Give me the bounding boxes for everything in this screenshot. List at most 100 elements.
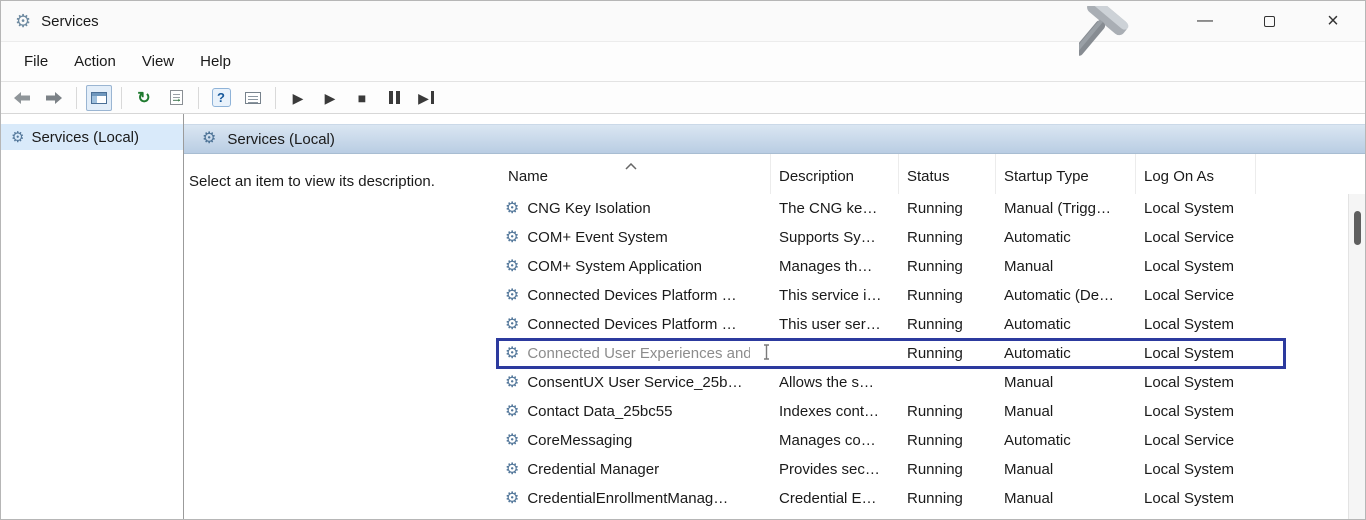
service-gear-icon: ⚙ <box>505 491 519 507</box>
description-pane: Select an item to view its description. <box>184 154 493 520</box>
column-header-filler <box>1256 154 1365 194</box>
service-gear-icon: ⚙ <box>505 462 519 478</box>
service-name: CredentialEnrollmentManag… <box>527 490 728 507</box>
service-gear-icon: ⚙ <box>505 288 519 304</box>
services-window: ⚙ Services — × File Action View Help <box>0 0 1366 520</box>
table-row[interactable]: ⚙ Connected User Experiences and Telemet… <box>493 339 1365 368</box>
service-description-cell: Indexes cont… <box>771 403 899 420</box>
service-description-cell: Credential E… <box>771 490 899 507</box>
table-row[interactable]: ⚙ COM+ System Application Manages th… Ru… <box>493 252 1365 281</box>
service-name: Connected User Experiences and Telemetry <box>527 345 750 362</box>
description-pane-text: Select an item to view its description. <box>189 173 435 190</box>
service-gear-icon: ⚙ <box>505 317 519 333</box>
column-header-startup-type[interactable]: Startup Type <box>996 154 1136 194</box>
column-header-log-on-as[interactable]: Log On As <box>1136 154 1256 194</box>
show-hide-console-tree-button[interactable] <box>86 85 112 111</box>
stop-service-button[interactable]: ■ <box>349 85 375 111</box>
list-header: Name Description Status Startup Type Log… <box>493 154 1365 194</box>
back-button[interactable] <box>9 85 35 111</box>
table-row[interactable]: ⚙ CredentialEnrollmentManag… Credential … <box>493 484 1365 513</box>
menu-help[interactable]: Help <box>187 44 244 79</box>
menu-view[interactable]: View <box>129 44 187 79</box>
service-name-cell: ⚙ CNG Key Isolation <box>493 200 771 217</box>
sidebar-item-services-local[interactable]: ⚙ Services (Local) <box>1 124 183 150</box>
service-status-cell: Running <box>899 229 996 246</box>
service-status-cell: Running <box>899 403 996 420</box>
service-log-on-as-cell: Local System <box>1136 374 1256 391</box>
service-rows: ⚙ CNG Key Isolation The CNG ke… Running … <box>493 194 1365 520</box>
service-description-cell: The CNG ke… <box>771 200 899 217</box>
menu-action[interactable]: Action <box>61 44 129 79</box>
help-button[interactable]: ? <box>208 85 234 111</box>
table-row[interactable]: ⚙ COM+ Event System Supports Sy… Running… <box>493 223 1365 252</box>
column-header-description[interactable]: Description <box>771 154 899 194</box>
export-list-icon: → <box>170 90 183 105</box>
content-area: ⚙ Services (Local) ⚙ Services (Local) Se… <box>1 114 1365 520</box>
service-log-on-as-cell: Local System <box>1136 345 1256 362</box>
minimize-button[interactable]: — <box>1173 1 1237 41</box>
properties-button[interactable] <box>240 85 266 111</box>
service-description-cell: Allows the s… <box>771 374 899 391</box>
service-gear-icon: ⚙ <box>505 433 519 449</box>
table-row[interactable]: ⚙ Contact Data_25bc55 Indexes cont… Runn… <box>493 397 1365 426</box>
menu-bar: File Action View Help <box>1 41 1365 81</box>
table-row[interactable]: ⚙ Credential Manager Provides sec… Runni… <box>493 455 1365 484</box>
service-gear-icon: ⚙ <box>505 375 519 391</box>
main-pane: ⚙ Services (Local) Select an item to vie… <box>184 114 1365 520</box>
gear-icon: ⚙ <box>202 131 216 147</box>
gear-icon: ⚙ <box>11 130 24 145</box>
start-service-button[interactable]: ▶ <box>285 85 311 111</box>
title-bar: ⚙ Services — × <box>1 1 1365 41</box>
export-list-button[interactable]: → <box>163 85 189 111</box>
column-header-status[interactable]: Status <box>899 154 996 194</box>
text-cursor-icon <box>762 344 771 364</box>
pause-service-button[interactable] <box>381 85 407 111</box>
restart-service-button[interactable]: ▶ <box>413 85 439 111</box>
service-startup-type-cell: Manual (Trigg… <box>996 200 1136 217</box>
service-name: COM+ Event System <box>527 229 667 246</box>
service-name-cell: ⚙ Contact Data_25bc55 <box>493 403 771 420</box>
service-startup-type-cell: Automatic <box>996 316 1136 333</box>
service-status-cell: Running <box>899 345 996 362</box>
service-status-cell: Running <box>899 287 996 304</box>
table-row[interactable]: ⚙ Connected Devices Platform … This serv… <box>493 281 1365 310</box>
table-row[interactable]: ⚙ Connected Devices Platform … This user… <box>493 310 1365 339</box>
service-status-cell: Running <box>899 461 996 478</box>
service-name-cell: ⚙ Connected Devices Platform … <box>493 287 771 304</box>
tree-item-label: Services (Local) <box>31 129 139 146</box>
service-log-on-as-cell: Local System <box>1136 258 1256 275</box>
service-description-cell: Provides sec… <box>771 461 899 478</box>
close-button[interactable]: × <box>1301 1 1365 41</box>
service-log-on-as-cell: Local System <box>1136 461 1256 478</box>
service-name: Credential Manager <box>527 461 659 478</box>
service-name-cell: ⚙ Connected Devices Platform … <box>493 316 771 333</box>
table-row[interactable]: ⚙ <box>493 513 1365 520</box>
service-status-cell: Running <box>899 258 996 275</box>
resume-service-button[interactable]: ▶ <box>317 85 343 111</box>
table-row[interactable]: ⚙ CoreMessaging Manages co… Running Auto… <box>493 426 1365 455</box>
service-status-cell: Running <box>899 316 996 333</box>
service-startup-type-cell: Automatic (De… <box>996 287 1136 304</box>
vertical-scrollbar[interactable] <box>1348 194 1365 520</box>
scrollbar-thumb[interactable] <box>1354 211 1361 245</box>
service-name: Connected Devices Platform … <box>527 316 736 333</box>
service-name: CoreMessaging <box>527 432 632 449</box>
refresh-icon: ↻ <box>137 88 150 108</box>
table-row[interactable]: ⚙ CNG Key Isolation The CNG ke… Running … <box>493 194 1365 223</box>
service-startup-type-cell: Automatic <box>996 432 1136 449</box>
menu-file[interactable]: File <box>11 44 61 79</box>
refresh-button[interactable]: ↻ <box>131 85 157 111</box>
service-log-on-as-cell: Local Service <box>1136 287 1256 304</box>
toolbar: ↻ → ? ▶ ▶ ■ ▶ <box>1 81 1365 114</box>
service-startup-type-cell: Manual <box>996 461 1136 478</box>
service-gear-icon: ⚙ <box>505 346 519 362</box>
maximize-button[interactable] <box>1237 1 1301 41</box>
forward-button[interactable] <box>41 85 67 111</box>
service-gear-icon: ⚙ <box>505 259 519 275</box>
service-log-on-as-cell: Local Service <box>1136 432 1256 449</box>
service-description-cell: Manages co… <box>771 432 899 449</box>
maximize-icon <box>1264 16 1275 27</box>
service-gear-icon: ⚙ <box>505 201 519 217</box>
table-row[interactable]: ⚙ ConsentUX User Service_25b… Allows the… <box>493 368 1365 397</box>
step-forward-icon: ▶ <box>418 91 434 105</box>
